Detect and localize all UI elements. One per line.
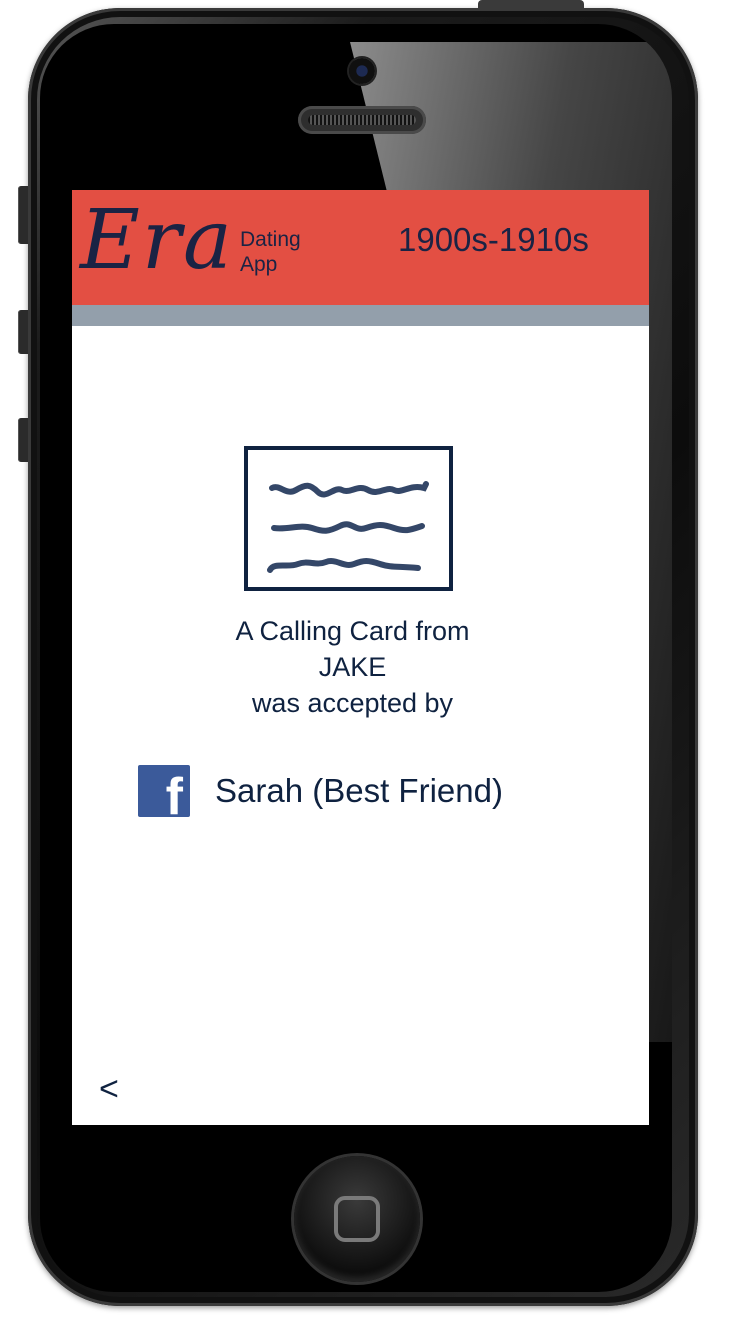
power-button (478, 0, 584, 10)
earpiece-speaker (298, 106, 426, 134)
era-range-label: 1900s-1910s (398, 221, 589, 258)
home-button[interactable] (294, 1156, 420, 1282)
acceptor-row[interactable]: f Sarah (Best Friend) (138, 765, 503, 817)
mute-switch (18, 186, 28, 244)
home-square-icon (334, 1196, 380, 1242)
calling-card-message: A Calling Card from JAKE was accepted by (72, 613, 633, 721)
header-subbar (72, 305, 649, 326)
app-screen: Era Dating App 1900s-1910s A Calling Car… (72, 190, 649, 1125)
logo-subtitle-line1: Dating (240, 228, 301, 251)
app-logo-subtitle: Dating App (240, 227, 301, 277)
facebook-icon: f (138, 765, 190, 817)
message-line-3: was accepted by (251, 688, 454, 718)
facebook-glyph: f (165, 768, 183, 817)
acceptor-name[interactable]: Sarah (Best Friend) (215, 772, 503, 810)
logo-subtitle-line2: App (240, 253, 278, 276)
volume-up-button (18, 310, 28, 354)
back-button[interactable]: < (99, 1070, 119, 1109)
message-line-1: A Calling Card from (235, 616, 470, 646)
app-header: Era Dating App 1900s-1910s (72, 190, 649, 305)
app-logo: Era (80, 193, 234, 288)
calling-card-icon (244, 446, 453, 591)
sender-name: JAKE (318, 652, 387, 682)
volume-down-button (18, 418, 28, 462)
front-camera-icon (349, 58, 375, 84)
calling-card-scribbles (267, 481, 429, 573)
